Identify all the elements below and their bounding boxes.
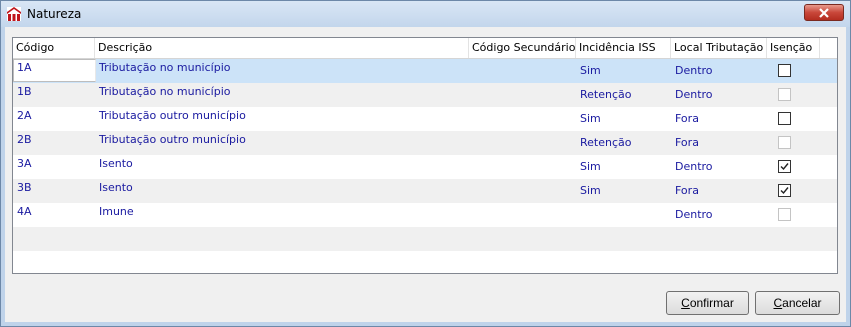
empty-row [13,227,837,251]
confirm-button[interactable]: Confirmar [666,291,749,315]
cell-codigo-secundario[interactable] [469,155,576,179]
table-row[interactable]: 2A Tributação outro município Sim Fora [13,107,837,131]
column-header-isencao[interactable]: Isenção [767,38,820,58]
cell-codigo[interactable]: 4A [13,203,95,227]
cell-codigo[interactable]: 2A [13,107,95,131]
cell-local-tributacao[interactable]: Fora [671,179,767,203]
cell-incidencia-iss[interactable]: Sim [576,155,671,179]
table-row[interactable]: 3B Isento Sim Fora [13,179,837,203]
cell-incidencia-iss[interactable]: Sim [576,179,671,203]
column-header-codigo-secundario[interactable]: Código Secundário [469,38,576,58]
cancel-label: ancelar [782,296,822,310]
cell-codigo[interactable]: 3A [13,155,95,179]
cell-descricao[interactable]: Tributação no município [95,59,469,83]
cell-local-tributacao[interactable]: Fora [671,131,767,155]
cell-local-tributacao[interactable]: Fora [671,107,767,131]
cell-codigo-secundario[interactable] [469,179,576,203]
window-title: Natureza [27,7,82,21]
column-header-descricao[interactable]: Descrição [95,38,469,58]
table-row[interactable]: 3A Isento Sim Dentro [13,155,837,179]
isencao-checkbox[interactable] [778,160,791,173]
cell-descricao[interactable]: Imune [95,203,469,227]
cell-local-tributacao[interactable]: Dentro [671,155,767,179]
cell-incidencia-iss[interactable]: Retenção [576,83,671,107]
column-header-local-tributacao[interactable]: Local Tributação [671,38,767,58]
confirm-label: onfirmar [689,296,734,310]
table-row[interactable]: 4A Imune Dentro [13,203,837,227]
isencao-checkbox[interactable] [778,136,791,149]
column-header-incidencia-iss[interactable]: Incidência ISS [576,38,671,58]
cell-codigo-secundario[interactable] [469,59,576,83]
table-row[interactable]: 1B Tributação no município Retenção Dentro [13,83,837,107]
cell-codigo-secundario[interactable] [469,83,576,107]
cell-descricao[interactable]: Tributação outro município [95,107,469,131]
cell-incidencia-iss[interactable]: Sim [576,107,671,131]
natureza-grid[interactable]: Código Descrição Código Secundário Incid… [12,37,838,274]
cancel-mnemonic: C [773,296,783,310]
cell-local-tributacao[interactable]: Dentro [671,83,767,107]
isencao-checkbox[interactable] [778,88,791,101]
cell-codigo[interactable]: 1B [13,83,95,107]
close-button[interactable] [804,4,844,21]
isencao-checkbox[interactable] [778,184,791,197]
isencao-checkbox[interactable] [778,64,791,77]
cell-descricao[interactable]: Isento [95,155,469,179]
dialog-body: Código Descrição Código Secundário Incid… [5,27,846,322]
cell-descricao[interactable]: Tributação no município [95,83,469,107]
natureza-dialog: Natureza Código Descrição Código Secundá… [0,0,851,327]
table-row[interactable]: 1A Tributação no município Sim Dentro [13,59,837,83]
cell-codigo-secundario[interactable] [469,107,576,131]
cancel-button[interactable]: Cancelar [755,291,840,315]
grid-header: Código Descrição Código Secundário Incid… [13,38,837,59]
cell-incidencia-iss[interactable] [576,203,671,227]
isencao-checkbox[interactable] [778,208,791,221]
cell-descricao[interactable]: Tributação outro município [95,131,469,155]
cell-incidencia-iss[interactable]: Retenção [576,131,671,155]
cell-codigo[interactable]: 3B [13,179,95,203]
cell-incidencia-iss[interactable]: Sim [576,59,671,83]
checkmark-icon [780,187,789,195]
cell-codigo[interactable]: 2B [13,131,95,155]
cell-descricao[interactable]: Isento [95,179,469,203]
column-header-codigo[interactable]: Código [13,38,95,58]
app-logo-icon [7,7,21,21]
cell-codigo-secundario[interactable] [469,203,576,227]
confirm-mnemonic: C [681,296,690,310]
title-bar[interactable]: Natureza [1,1,850,27]
table-row[interactable]: 2B Tributação outro município Retenção Fora [13,131,837,155]
checkmark-icon [780,163,789,171]
cell-local-tributacao[interactable]: Dentro [671,59,767,83]
cell-codigo-secundario[interactable] [469,131,576,155]
cell-local-tributacao[interactable]: Dentro [671,203,767,227]
close-icon [819,8,829,18]
cell-codigo[interactable]: 1A [13,59,95,83]
isencao-checkbox[interactable] [778,112,791,125]
